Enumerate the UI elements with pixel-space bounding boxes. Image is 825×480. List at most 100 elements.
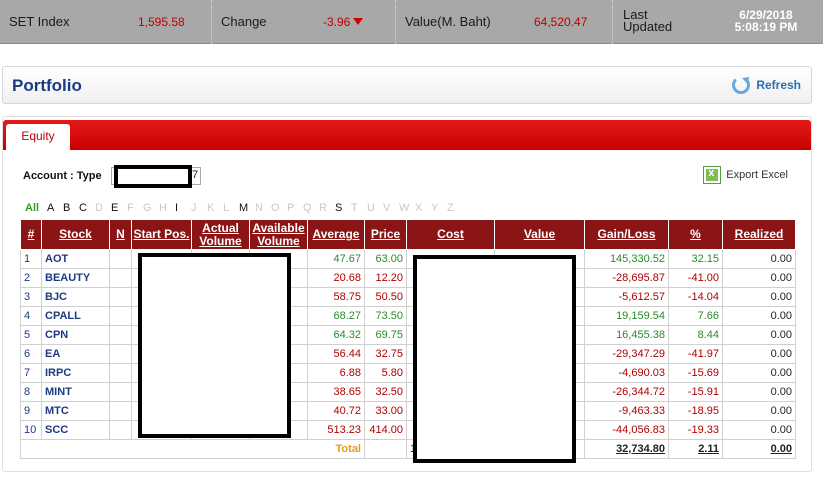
column-header[interactable]: Actual Volume — [191, 219, 250, 250]
filter-letter-p[interactable]: P — [287, 202, 303, 214]
stock-symbol[interactable]: BEAUTY — [41, 268, 110, 288]
filter-letter-d[interactable]: D — [95, 202, 111, 214]
redaction-box — [138, 253, 291, 438]
row-number: 4 — [20, 306, 42, 326]
tab-equity[interactable]: Equity — [6, 124, 70, 151]
row-number: 6 — [20, 344, 42, 364]
filter-all-link[interactable]: All — [25, 202, 47, 214]
average-cost: 20.68 — [307, 268, 365, 288]
refresh-icon — [732, 76, 751, 94]
filter-letter-x[interactable]: X — [415, 202, 431, 214]
gain-percent: -19.33 — [668, 420, 723, 440]
filter-letter-j[interactable]: J — [191, 202, 207, 214]
stock-symbol[interactable]: EA — [41, 344, 110, 364]
total-row: Total132,734.802.110.00 — [20, 439, 796, 459]
gain-percent: -41.97 — [668, 344, 723, 364]
row-number: 2 — [20, 268, 42, 288]
last-updated-cell: Last Updated 6/29/2018 5:08:19 PM — [613, 0, 823, 44]
gain-loss: -5,612.57 — [584, 287, 669, 307]
filter-letter-u[interactable]: U — [367, 202, 383, 214]
row-number: 1 — [20, 249, 42, 269]
change-value: -3.96 — [323, 15, 351, 29]
portfolio-table: # Stock N Start Pos. Actual Volume Available … — [20, 219, 796, 459]
gain-loss: -44,056.83 — [584, 420, 669, 440]
n-cell — [109, 363, 132, 383]
filter-letter-l[interactable]: L — [223, 202, 239, 214]
filter-letter-t[interactable]: T — [351, 202, 367, 214]
filter-letter-n[interactable]: N — [255, 202, 271, 214]
account-select-suffix: 7 — [192, 169, 199, 181]
column-header[interactable]: Average — [307, 219, 365, 250]
filter-letter-c[interactable]: C — [79, 202, 95, 214]
column-header[interactable]: N — [109, 219, 132, 250]
realized-amount: 0.00 — [722, 401, 796, 421]
column-header[interactable]: Price — [364, 219, 407, 250]
stock-symbol[interactable]: MTC — [41, 401, 110, 421]
filter-letter-a[interactable]: A — [47, 202, 63, 214]
gain-percent: 8.44 — [668, 325, 723, 345]
table-row: 2 BEAUTY 20.68 12.20 -28,695.87 -41.00 0.00 — [20, 268, 796, 288]
stock-symbol[interactable]: MINT — [41, 382, 110, 402]
export-excel-button[interactable]: Export Excel — [703, 166, 788, 184]
set-index-value: 1,595.58 — [138, 15, 185, 29]
filter-letter-v[interactable]: V — [383, 202, 399, 214]
filter-letter-q[interactable]: Q — [303, 202, 319, 214]
filter-letter-y[interactable]: Y — [431, 202, 447, 214]
column-header[interactable]: Available Volume — [249, 219, 308, 250]
column-header[interactable]: Gain/Loss — [584, 219, 669, 250]
stock-symbol[interactable]: CPN — [41, 325, 110, 345]
column-header[interactable]: Value — [494, 219, 585, 250]
filter-letter-r[interactable]: R — [319, 202, 335, 214]
table-row: 5 CPN 64.32 69.75 16,455.38 8.44 0.00 — [20, 325, 796, 345]
column-header[interactable]: Start Pos. — [131, 219, 192, 250]
filter-letter-w[interactable]: W — [399, 202, 415, 214]
stock-symbol[interactable]: CPALL — [41, 306, 110, 326]
refresh-label: Refresh — [756, 78, 801, 92]
market-price: 5.80 — [364, 363, 407, 383]
change-label: Change — [221, 14, 267, 29]
filter-letter-z[interactable]: Z — [447, 202, 463, 214]
column-header[interactable]: Stock — [41, 219, 110, 250]
stock-symbol[interactable]: BJC — [41, 287, 110, 307]
average-cost: 47.67 — [307, 249, 365, 269]
filter-letter-g[interactable]: G — [143, 202, 159, 214]
filter-letter-b[interactable]: B — [63, 202, 79, 214]
n-cell — [109, 268, 132, 288]
realized-amount: 0.00 — [722, 420, 796, 440]
column-header[interactable]: % — [668, 219, 723, 250]
gain-percent: -41.00 — [668, 268, 723, 288]
gain-percent: -18.95 — [668, 401, 723, 421]
account-type-label: Account : Type — [23, 170, 102, 182]
market-price: 414.00 — [364, 420, 407, 440]
last-updated-value: 6/29/2018 5:08:19 PM — [734, 8, 798, 34]
total-realized: 0.00 — [722, 439, 796, 459]
filter-letter-s[interactable]: S — [335, 202, 351, 214]
stock-symbol[interactable]: SCC — [41, 420, 110, 440]
column-header[interactable]: Cost — [406, 219, 495, 250]
gain-loss: -9,463.33 — [584, 401, 669, 421]
filter-letter-e[interactable]: E — [111, 202, 127, 214]
market-price: 32.75 — [364, 344, 407, 364]
filter-letter-k[interactable]: K — [207, 202, 223, 214]
stock-symbol[interactable]: IRPC — [41, 363, 110, 383]
column-header[interactable]: # — [20, 219, 42, 250]
column-header[interactable]: Realized — [722, 219, 796, 250]
row-number: 7 — [20, 363, 42, 383]
filter-letter-h[interactable]: H — [159, 202, 175, 214]
n-cell — [109, 325, 132, 345]
market-price: 63.00 — [364, 249, 407, 269]
n-cell — [109, 382, 132, 402]
row-number: 3 — [20, 287, 42, 307]
refresh-button[interactable]: Refresh — [732, 76, 801, 94]
filter-letter-i[interactable]: I — [175, 202, 191, 214]
filter-letter-o[interactable]: O — [271, 202, 287, 214]
filter-letter-f[interactable]: F — [127, 202, 143, 214]
stock-symbol[interactable]: AOT — [41, 249, 110, 269]
realized-amount: 0.00 — [722, 344, 796, 364]
trade-value-cell: Value(M. Baht) 64,520.47 — [396, 0, 613, 44]
table-row: 1 AOT 47.67 63.00 145,330.52 32.15 0.00 — [20, 249, 796, 269]
average-cost: 40.72 — [307, 401, 365, 421]
change-cell: Change -3.96 — [212, 0, 396, 44]
total-price-cell — [364, 439, 407, 459]
filter-letter-m[interactable]: M — [239, 202, 255, 214]
